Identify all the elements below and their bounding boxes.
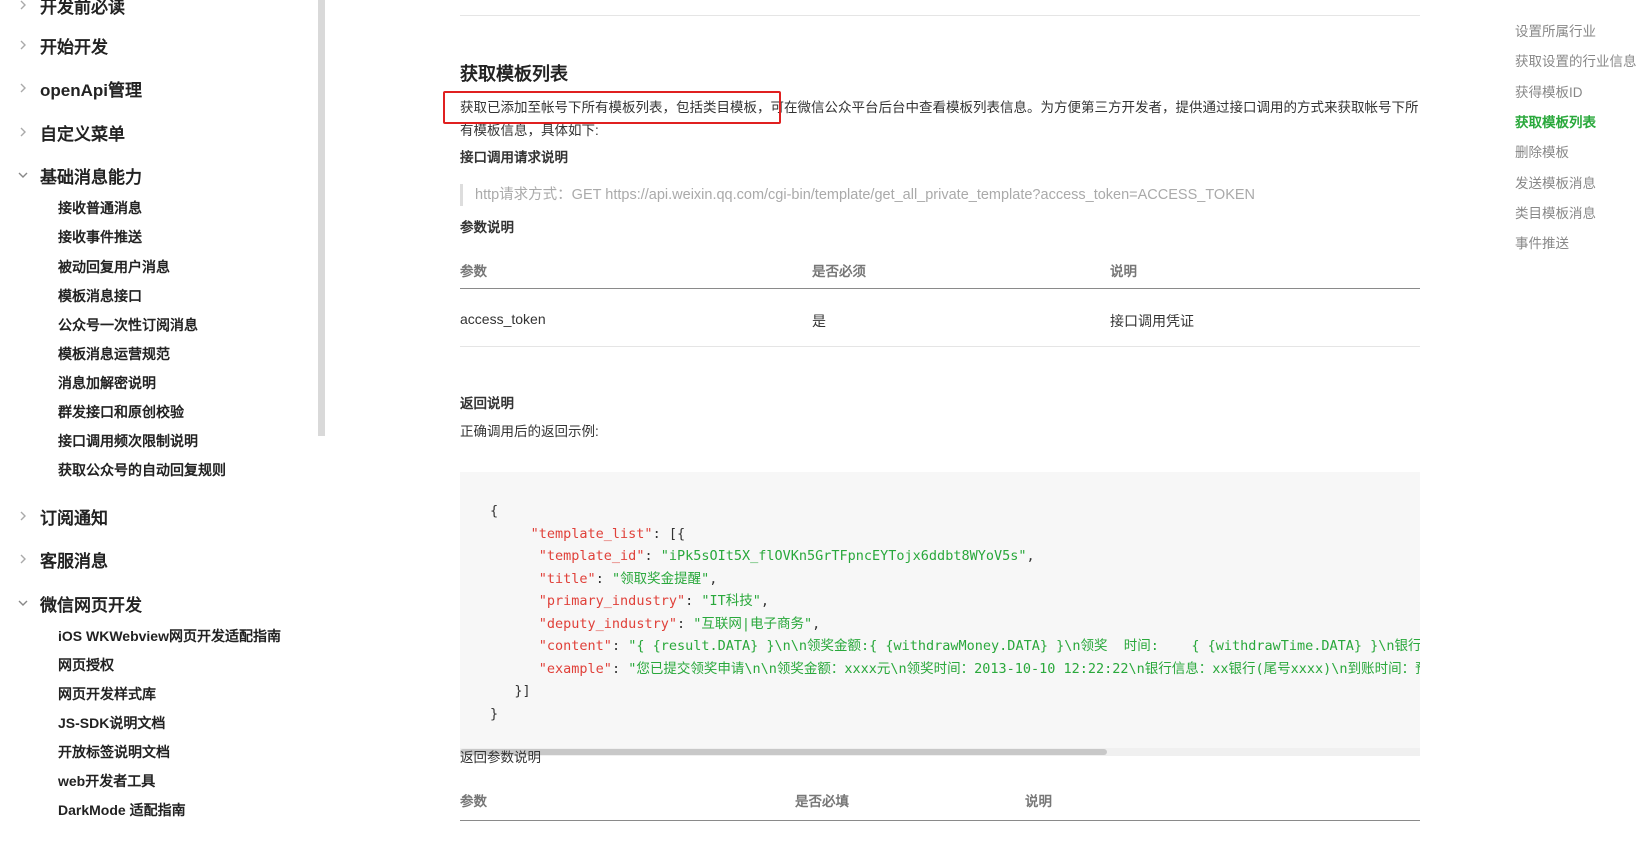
chevron-right-icon bbox=[16, 509, 30, 523]
table-header-param: 参数 bbox=[460, 264, 487, 279]
sidebar-item-web-auth[interactable]: 网页授权 bbox=[58, 654, 114, 676]
table-header-desc: 说明 bbox=[1110, 264, 1137, 279]
sidebar-group-openapi[interactable]: openApi管理 bbox=[0, 71, 300, 105]
sidebar-scrollbar[interactable] bbox=[318, 0, 325, 436]
sidebar-group-label: 自定义菜单 bbox=[40, 124, 125, 144]
code-text: , bbox=[760, 593, 770, 609]
section-title: 获取模板列表 bbox=[460, 64, 568, 84]
code-string: "iPk5sOIt5X_flOVKn5GrTFpncEYTojx6ddbt8WY… bbox=[660, 548, 1027, 564]
code-key: "title" bbox=[538, 570, 596, 587]
params-title: 参数说明 bbox=[460, 220, 514, 235]
table-row-divider bbox=[460, 346, 1420, 347]
code-key: "template_id" bbox=[538, 548, 645, 564]
sidebar-group-basic-message[interactable]: 基础消息能力 bbox=[0, 158, 300, 192]
divider bbox=[460, 15, 1420, 16]
sidebar-group-custom-menu[interactable]: 自定义菜单 bbox=[0, 115, 300, 149]
code-content: { "template_list": [{ "template_id": "iP… bbox=[490, 500, 1420, 725]
table-cell-desc: 接口调用凭证 bbox=[1110, 313, 1194, 329]
code-horizontal-scrollbar[interactable] bbox=[460, 748, 1420, 756]
code-text: }] bbox=[514, 683, 531, 699]
code-string: "您已提交领奖申请\n\n领奖金额：xxxx元\n领奖时间：2013-10-10… bbox=[628, 660, 1420, 677]
sidebar-group-label: 基础消息能力 bbox=[40, 167, 142, 187]
chevron-right-icon bbox=[16, 125, 30, 139]
chevron-right-icon bbox=[16, 0, 30, 12]
code-text: , bbox=[709, 570, 718, 587]
toc-item-get-industry[interactable]: 获取设置的行业信息 bbox=[1515, 52, 1637, 72]
chevron-down-icon bbox=[16, 596, 30, 610]
code-string: "互联网|电子商务" bbox=[693, 615, 813, 632]
toc-item-event-push[interactable]: 事件推送 bbox=[1515, 234, 1569, 254]
request-title: 接口调用请求说明 bbox=[460, 150, 568, 165]
sidebar-group-web-dev[interactable]: 微信网页开发 bbox=[0, 586, 300, 620]
sidebar-group-label: 开始开发 bbox=[40, 37, 108, 57]
sidebar-item-web-devtools[interactable]: web开发者工具 bbox=[58, 770, 155, 792]
sidebar-item-one-time-subscribe[interactable]: 公众号一次性订阅消息 bbox=[58, 314, 198, 336]
chevron-right-icon bbox=[16, 81, 30, 95]
sidebar-item-receive-event[interactable]: 接收事件推送 bbox=[58, 226, 142, 248]
sidebar-item-style-library[interactable]: 网页开发样式库 bbox=[58, 683, 156, 705]
sidebar-group-customer-service[interactable]: 客服消息 bbox=[0, 542, 300, 576]
request-line: http请求方式：GET https://api.weixin.qq.com/c… bbox=[460, 184, 1255, 206]
sidebar-item-mass-send[interactable]: 群发接口和原创校验 bbox=[58, 401, 184, 423]
code-string: "{ {result.DATA} }\n\n领奖金额:{ {withdrawMo… bbox=[628, 638, 1420, 654]
code-string: "IT科技" bbox=[701, 593, 761, 609]
sidebar: 开发前必读 开始开发 openApi管理 自定义菜单 基础消息能力 接收普通消息… bbox=[0, 0, 320, 865]
table-header-divider bbox=[460, 820, 1420, 821]
table-cell-required: 是 bbox=[812, 313, 826, 329]
sidebar-group-label: 微信网页开发 bbox=[40, 595, 142, 615]
toc-item-send-template[interactable]: 发送模板消息 bbox=[1515, 174, 1596, 194]
toc-item-category-template[interactable]: 类目模板消息 bbox=[1515, 204, 1596, 224]
sidebar-item-template-rules[interactable]: 模板消息运营规范 bbox=[58, 343, 170, 365]
sidebar-group-subscribe-notice[interactable]: 订阅通知 bbox=[0, 499, 300, 533]
table-header-required: 是否必填 bbox=[795, 794, 849, 809]
sidebar-group-before-dev[interactable]: 开发前必读 bbox=[0, 0, 300, 22]
sidebar-item-receive-message[interactable]: 接收普通消息 bbox=[58, 197, 142, 219]
chevron-right-icon bbox=[16, 552, 30, 566]
code-string: "领取奖金提醒" bbox=[611, 570, 710, 587]
highlight-annotation-box bbox=[443, 91, 781, 124]
table-header-desc: 说明 bbox=[1025, 794, 1052, 809]
code-text: , bbox=[812, 615, 821, 632]
code-key: "template_list" bbox=[530, 525, 653, 542]
code-key: "content" bbox=[538, 638, 612, 654]
code-text: : [{ bbox=[652, 525, 686, 542]
sidebar-item-rate-limit[interactable]: 接口调用频次限制说明 bbox=[58, 430, 198, 452]
sidebar-item-jssdk[interactable]: JS-SDK说明文档 bbox=[58, 712, 165, 734]
return-title: 返回说明 bbox=[460, 396, 514, 411]
code-key: "deputy_industry" bbox=[538, 615, 677, 632]
sidebar-group-label: 客服消息 bbox=[40, 551, 108, 571]
sidebar-item-darkmode[interactable]: DarkMode 适配指南 bbox=[58, 799, 186, 821]
sidebar-item-open-tags[interactable]: 开放标签说明文档 bbox=[58, 741, 170, 763]
code-text: { bbox=[490, 503, 499, 519]
sidebar-group-start-dev[interactable]: 开始开发 bbox=[0, 28, 300, 62]
table-header-param: 参数 bbox=[460, 794, 487, 809]
table-header-divider bbox=[460, 288, 1420, 289]
toc-item-set-industry[interactable]: 设置所属行业 bbox=[1515, 22, 1596, 42]
code-text: } bbox=[490, 705, 499, 722]
sidebar-item-template-api[interactable]: 模板消息接口 bbox=[58, 285, 142, 307]
toc-item-get-template-list[interactable]: 获取模板列表 bbox=[1515, 113, 1596, 133]
toc-item-delete-template[interactable]: 删除模板 bbox=[1515, 143, 1569, 163]
return-params-title: 返回参数说明 bbox=[460, 750, 541, 765]
code-text: , bbox=[1026, 548, 1035, 564]
toc-item-get-template-id[interactable]: 获得模板ID bbox=[1515, 83, 1583, 103]
code-scroll-thumb[interactable] bbox=[460, 749, 1107, 755]
table-cell-param: access_token bbox=[460, 311, 546, 327]
table-header-required: 是否必须 bbox=[812, 264, 866, 279]
code-block: { "template_list": [{ "template_id": "iP… bbox=[460, 472, 1420, 756]
sidebar-group-label: 开发前必读 bbox=[40, 0, 125, 17]
chevron-down-icon bbox=[16, 168, 30, 182]
code-key: "example" bbox=[538, 660, 612, 677]
sidebar-group-label: openApi管理 bbox=[40, 80, 142, 100]
sidebar-item-encryption[interactable]: 消息加解密说明 bbox=[58, 372, 156, 394]
return-example-label: 正确调用后的返回示例: bbox=[460, 424, 599, 439]
sidebar-item-passive-reply[interactable]: 被动回复用户消息 bbox=[58, 256, 170, 278]
chevron-right-icon bbox=[16, 38, 30, 52]
code-key: "primary_industry" bbox=[538, 593, 686, 609]
sidebar-item-auto-reply[interactable]: 获取公众号的自动回复规则 bbox=[58, 459, 226, 481]
sidebar-group-label: 订阅通知 bbox=[40, 508, 108, 528]
sidebar-item-ios-wkwebview[interactable]: iOS WKWebview网页开发适配指南 bbox=[58, 625, 281, 647]
